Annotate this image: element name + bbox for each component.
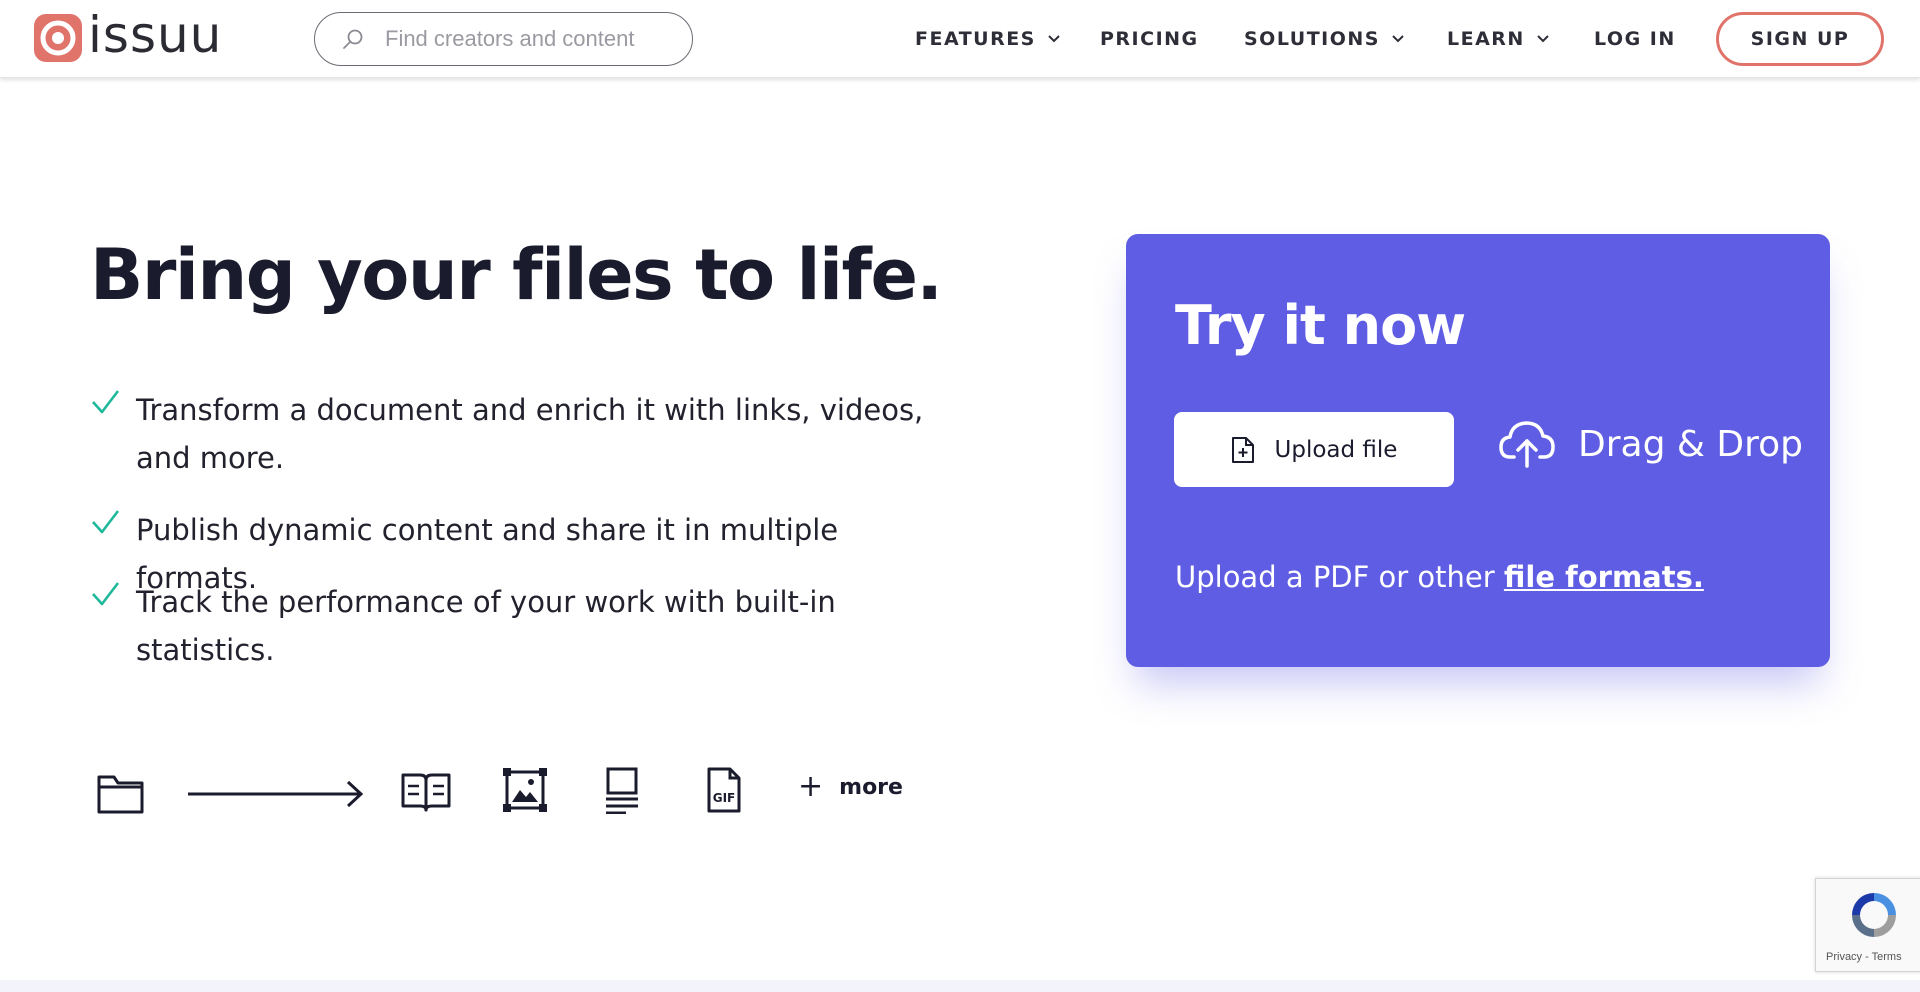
- feature-text: Track the performance of your work with …: [136, 585, 836, 667]
- nav-solutions[interactable]: SOLUTIONS: [1244, 28, 1406, 50]
- nav-login-label: LOG IN: [1594, 28, 1676, 50]
- search-input[interactable]: [383, 25, 643, 53]
- sign-up-label: SIGN UP: [1750, 28, 1850, 50]
- checkmark-icon: [92, 390, 120, 414]
- upload-file-label: Upload file: [1274, 436, 1398, 463]
- file-formats-link[interactable]: file formats.: [1504, 560, 1704, 594]
- drag-drop-zone[interactable]: Drag & Drop: [1498, 419, 1803, 469]
- nav-features[interactable]: FEATURES: [915, 28, 1062, 50]
- sign-up-button[interactable]: SIGN UP: [1716, 12, 1884, 66]
- file-add-icon: [1231, 436, 1254, 463]
- svg-text:GIF: GIF: [713, 791, 736, 805]
- search-box[interactable]: [314, 12, 693, 66]
- feature-text: Transform a document and enrich it with …: [136, 393, 924, 475]
- plus-icon: +: [798, 769, 824, 804]
- article-icon: [606, 767, 638, 814]
- arrow-right-icon: [188, 780, 364, 808]
- search-icon: [343, 29, 363, 49]
- drag-drop-label: Drag & Drop: [1578, 423, 1803, 465]
- image-icon: [503, 768, 547, 812]
- nav-learn[interactable]: LEARN: [1447, 28, 1551, 50]
- gif-file-icon: GIF: [707, 767, 741, 813]
- logo-wordmark: issuu: [88, 6, 223, 64]
- checkmark-icon: [92, 582, 120, 606]
- try-it-now-panel: Try it now Upload file Drag & Drop Uploa…: [1126, 234, 1830, 667]
- nav-pricing-label: PRICING: [1100, 28, 1199, 50]
- recaptcha-badge[interactable]: Privacy - Terms: [1815, 878, 1920, 972]
- panel-title: Try it now: [1175, 294, 1466, 357]
- nav-features-label: FEATURES: [915, 28, 1036, 50]
- nav-pricing[interactable]: PRICING: [1100, 28, 1199, 50]
- upload-note: Upload a PDF or other file formats.: [1175, 560, 1704, 594]
- chevron-down-icon: [1048, 35, 1060, 43]
- folder-icon: [97, 775, 144, 814]
- cloud-upload-icon: [1499, 421, 1555, 468]
- nav-login[interactable]: LOG IN: [1594, 28, 1676, 50]
- feature-item: Track the performance of your work with …: [90, 578, 956, 674]
- chevron-down-icon: [1537, 35, 1549, 43]
- recaptcha-links[interactable]: Privacy - Terms: [1826, 951, 1902, 963]
- more-label: more: [839, 774, 903, 800]
- recaptcha-icon: [1852, 893, 1896, 937]
- hero-title: Bring your files to life.: [90, 234, 943, 316]
- nav-learn-label: LEARN: [1447, 28, 1525, 50]
- feature-item: Transform a document and enrich it with …: [90, 386, 956, 482]
- checkmark-icon: [92, 510, 120, 534]
- nav-solutions-label: SOLUTIONS: [1244, 28, 1380, 50]
- upload-file-button[interactable]: Upload file: [1174, 412, 1454, 487]
- upload-note-text: Upload a PDF or other: [1175, 560, 1504, 594]
- top-navigation-bar: issuu FEATURES PRICING SOLUTIONS LEARN L…: [0, 0, 1920, 78]
- book-icon: [401, 773, 451, 812]
- issuu-logo[interactable]: issuu: [34, 6, 223, 64]
- more-formats-link[interactable]: + more: [798, 772, 903, 802]
- issuu-logo-mark-icon: [34, 14, 82, 62]
- bottom-section-edge: [0, 980, 1920, 992]
- chevron-down-icon: [1392, 35, 1404, 43]
